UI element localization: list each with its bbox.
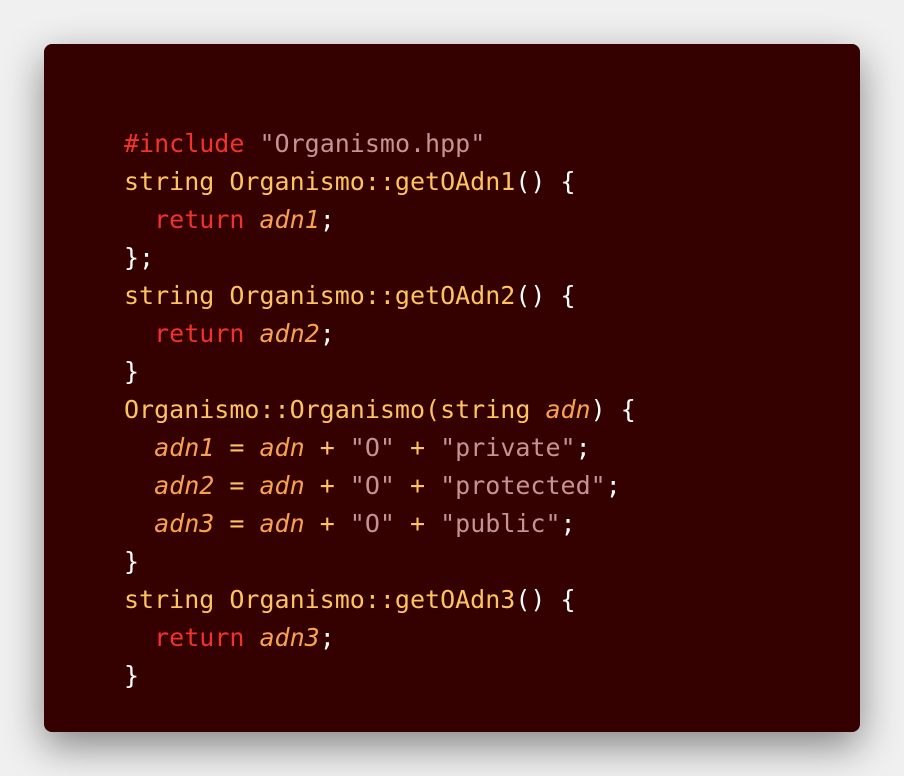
code-line: return adn3; bbox=[124, 619, 860, 657]
code-punctuation: }; bbox=[124, 243, 155, 272]
code-operator: + bbox=[304, 433, 350, 462]
code-punctuation bbox=[244, 623, 259, 652]
code-punctuation: } bbox=[124, 357, 140, 386]
code-punctuation bbox=[124, 471, 154, 500]
code-string: "Organismo.hpp" bbox=[259, 129, 486, 158]
code-line: string Organismo::getOAdn1() { bbox=[124, 163, 860, 201]
code-line: adn1 = adn + "O" + "private"; bbox=[124, 429, 860, 467]
code-keyword: return bbox=[154, 623, 245, 652]
code-operator: + bbox=[394, 509, 441, 538]
code-line: return adn2; bbox=[124, 315, 860, 353]
code-identifier: Organismo::Organismo(string bbox=[124, 395, 531, 424]
code-keyword: return bbox=[154, 205, 245, 234]
code-punctuation: () { bbox=[515, 167, 576, 196]
code-line: } bbox=[124, 543, 860, 581]
code-line: Organismo::Organismo(string adn) { bbox=[124, 391, 860, 429]
code-variable: adn2 bbox=[154, 471, 215, 500]
code-punctuation bbox=[530, 395, 545, 424]
code-line: adn2 = adn + "O" + "protected"; bbox=[124, 467, 860, 505]
code-operator: + bbox=[394, 433, 441, 462]
code-variable: adn3 bbox=[259, 623, 320, 652]
code-operator: + bbox=[304, 471, 350, 500]
code-string: "private" bbox=[440, 433, 576, 462]
code-line: } bbox=[124, 657, 860, 695]
code-operator: + bbox=[304, 509, 350, 538]
code-punctuation: ; bbox=[605, 471, 621, 500]
code-identifier: string Organismo::getOAdn1 bbox=[124, 167, 516, 196]
code-line: adn3 = adn + "O" + "public"; bbox=[124, 505, 860, 543]
code-string: "O" bbox=[349, 433, 395, 462]
code-operator: = bbox=[214, 509, 260, 538]
code-operator: = bbox=[214, 433, 260, 462]
code-operator: = bbox=[214, 471, 260, 500]
code-line: string Organismo::getOAdn2() { bbox=[124, 277, 860, 315]
code-line: return adn1; bbox=[124, 201, 860, 239]
code-punctuation: ; bbox=[560, 509, 576, 538]
code-punctuation: ) { bbox=[590, 395, 636, 424]
code-variable: adn3 bbox=[154, 509, 215, 538]
code-block: #include "Organismo.hpp" string Organismo… bbox=[44, 44, 860, 732]
code-string: "public" bbox=[440, 509, 561, 538]
code-variable: adn bbox=[545, 395, 591, 424]
code-punctuation: ; bbox=[319, 319, 335, 348]
code-punctuation: ; bbox=[575, 433, 591, 462]
code-punctuation bbox=[244, 319, 259, 348]
code-punctuation bbox=[244, 129, 259, 158]
code-variable: adn1 bbox=[154, 433, 215, 462]
code-punctuation: } bbox=[124, 661, 140, 690]
code-line: } bbox=[124, 353, 860, 391]
code-line: #include "Organismo.hpp" bbox=[124, 125, 860, 163]
code-punctuation bbox=[124, 205, 154, 234]
code-variable: adn bbox=[259, 433, 305, 462]
code-punctuation bbox=[124, 623, 154, 652]
code-punctuation: ; bbox=[319, 623, 335, 652]
code-string: "O" bbox=[349, 471, 395, 500]
code-line: }; bbox=[124, 239, 860, 277]
code-variable: adn2 bbox=[259, 319, 320, 348]
code-variable: adn bbox=[259, 509, 305, 538]
code-punctuation bbox=[124, 433, 154, 462]
code-identifier: string Organismo::getOAdn3 bbox=[124, 585, 516, 614]
code-punctuation bbox=[124, 319, 154, 348]
code-string: "protected" bbox=[440, 471, 606, 500]
code-line: string Organismo::getOAdn3() { bbox=[124, 581, 860, 619]
code-punctuation bbox=[124, 509, 154, 538]
code-identifier: string Organismo::getOAdn2 bbox=[124, 281, 516, 310]
code-operator: + bbox=[394, 471, 441, 500]
code-variable: adn1 bbox=[259, 205, 320, 234]
code-keyword: return bbox=[154, 319, 245, 348]
code-punctuation: () { bbox=[515, 281, 576, 310]
code-punctuation bbox=[244, 205, 259, 234]
code-keyword: #include bbox=[124, 129, 245, 158]
code-string: "O" bbox=[349, 509, 395, 538]
code-variable: adn bbox=[259, 471, 305, 500]
code-punctuation: () { bbox=[515, 585, 576, 614]
code-punctuation: ; bbox=[319, 205, 335, 234]
code-punctuation: } bbox=[124, 547, 140, 576]
